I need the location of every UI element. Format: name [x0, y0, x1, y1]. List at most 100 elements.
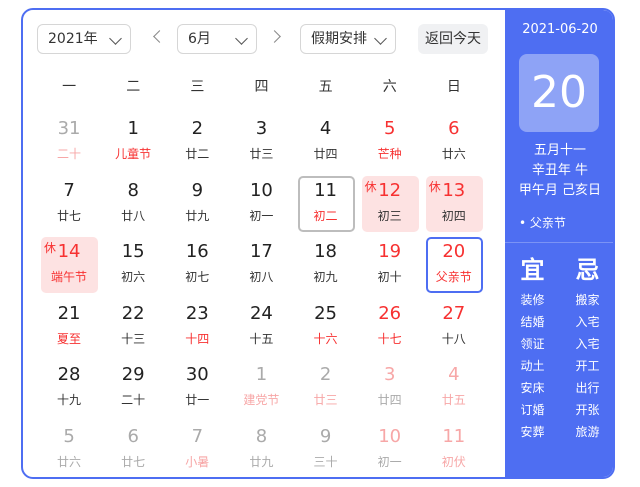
lunar-label: 廿四	[313, 147, 338, 161]
day-number: 11	[442, 425, 466, 447]
day-cell[interactable]: 3 廿四	[358, 358, 422, 420]
day-cell[interactable]: 19 初十	[358, 235, 422, 297]
day-cell[interactable]: 16 初七	[165, 235, 229, 297]
month-select[interactable]: 6月	[177, 24, 257, 54]
day-cell[interactable]: 4 廿五	[422, 358, 486, 420]
day-cell[interactable]: 25 十六	[294, 297, 358, 359]
day-number: 8	[255, 425, 268, 447]
day-cell[interactable]: 4 廿四	[294, 112, 358, 174]
day-cell[interactable]: 1 儿童节	[101, 112, 165, 174]
ji-item: 入宅	[575, 337, 600, 351]
holiday-select-value: 假期安排	[311, 31, 367, 47]
lunar-label: 初一	[377, 454, 402, 469]
day-cell[interactable]: 6 廿六	[422, 112, 486, 174]
day-number: 19	[378, 241, 402, 262]
day-number: 11	[314, 179, 338, 201]
day-cell[interactable]: 休 13 初四	[422, 174, 486, 236]
day-cell[interactable]: 8 廿九	[229, 420, 293, 478]
day-number: 22	[121, 302, 145, 324]
next-month-arrow-icon[interactable]	[268, 30, 281, 43]
day-cell[interactable]: 9 廿九	[165, 174, 229, 236]
day-cell[interactable]: 休 14 端午节	[37, 235, 101, 297]
day-cell[interactable]: 2 廿二	[165, 112, 229, 174]
yi-ji-section: 宜 装修 结婚 领证 动土 安床 订婚 安葬 忌 搬家 入宅 入宅 开工 出行 …	[505, 255, 613, 443]
chevron-down-icon	[235, 32, 248, 45]
day-cell[interactable]: 1 建党节	[229, 358, 293, 420]
year-select[interactable]: 2021年	[37, 24, 131, 54]
day-cell[interactable]: 28 十九	[37, 358, 101, 420]
back-to-today-button[interactable]: 返回今天	[418, 24, 488, 54]
lunar-label: 初二	[313, 208, 338, 223]
ji-column: 忌 搬家 入宅 入宅 开工 出行 开张 旅游	[560, 255, 613, 443]
day-number: 10	[249, 179, 273, 201]
day-number: 6	[127, 425, 139, 447]
year-select-value: 2021年	[48, 31, 98, 47]
day-cell[interactable]: 17 初八	[229, 235, 293, 297]
day-number: 8	[127, 179, 139, 201]
lunar-label: 廿一	[185, 393, 210, 407]
lunar-label: 初三	[377, 208, 402, 223]
day-cell[interactable]: 10 初一	[229, 174, 293, 236]
lunar-label: 廿五	[441, 393, 466, 407]
holiday-select[interactable]: 假期安排	[300, 24, 396, 54]
day-cell[interactable]: 18 初九	[294, 235, 358, 297]
day-cell[interactable]: 30 廿一	[165, 358, 229, 420]
lunar-label: 廿八	[121, 208, 146, 223]
day-cell[interactable]: 27 十八	[422, 297, 486, 359]
day-number: 31	[57, 118, 81, 139]
day-cell[interactable]: 22 十三	[101, 297, 165, 359]
yi-heading: 宜	[520, 256, 545, 284]
day-cell[interactable]: 7 廿七	[37, 174, 101, 236]
day-cell[interactable]: 3 廿三	[229, 112, 293, 174]
chevron-down-icon	[109, 32, 122, 45]
weekday-label: 四	[254, 79, 269, 95]
ji-item: 入宅	[575, 315, 600, 329]
day-cell[interactable]: 9 三十	[294, 420, 358, 478]
day-number: 2	[191, 118, 204, 139]
day-number: 1	[255, 364, 268, 385]
day-cell[interactable]: 29 二十	[101, 358, 165, 420]
day-number: 25	[314, 302, 338, 324]
lunar-label: 初十	[377, 270, 402, 284]
day-cell[interactable]: 2 廿三	[294, 358, 358, 420]
day-cell[interactable]: 5 芒种	[358, 112, 422, 174]
day-grid: 31 二十 1 儿童节 2 廿二 3 廿三 4 廿四 5 芒种 6 廿六 7 廿七 8 廿八 9 廿九 10 初一 11 初二…	[37, 112, 486, 478]
day-cell[interactable]: 23 十四	[165, 297, 229, 359]
day-number: 29	[121, 364, 145, 385]
day-cell[interactable]: 31 二十	[37, 112, 101, 174]
lunar-label: 十七	[377, 331, 402, 346]
yi-item: 安葬	[520, 425, 545, 439]
day-cell[interactable]: 15 初六	[101, 235, 165, 297]
divider	[505, 242, 613, 243]
day-cell[interactable]: 11 初二	[294, 174, 358, 236]
yi-item: 领证	[520, 337, 545, 351]
day-number: 18	[314, 241, 338, 262]
lunar-label: 廿六	[441, 147, 466, 161]
yi-item: 安床	[520, 381, 545, 395]
weekday-label: 一	[62, 79, 77, 95]
lunar-label: 初八	[249, 270, 274, 284]
day-cell[interactable]: 休 12 初三	[358, 174, 422, 236]
day-cell[interactable]: 6 廿七	[101, 420, 165, 478]
day-cell[interactable]: 8 廿八	[101, 174, 165, 236]
prev-month-arrow-icon[interactable]	[152, 30, 166, 43]
day-cell[interactable]: 21 夏至	[37, 297, 101, 359]
yi-item: 订婚	[520, 403, 545, 417]
lunar-date: 五月十一	[533, 143, 586, 158]
lunar-label: 初九	[313, 270, 338, 284]
day-cell[interactable]: 24 十五	[229, 297, 293, 359]
lunar-label: 十八	[441, 331, 466, 346]
day-number: 5	[63, 425, 75, 447]
day-cell[interactable]: 26 十七	[358, 297, 422, 359]
lunar-label: 十四	[185, 331, 210, 346]
day-cell[interactable]: 5 廿六	[37, 420, 101, 478]
day-cell[interactable]: 11 初伏	[422, 420, 486, 478]
day-cell[interactable]: 7 小暑	[165, 420, 229, 478]
lunar-label: 廿三	[313, 393, 338, 407]
day-number: 16	[185, 241, 209, 262]
weekday-label: 五	[318, 79, 333, 95]
lunar-label: 端午节	[51, 270, 88, 284]
day-cell[interactable]: 20 父亲节	[422, 235, 486, 297]
lunar-label: 十六	[313, 331, 338, 346]
day-cell[interactable]: 10 初一	[358, 420, 422, 478]
